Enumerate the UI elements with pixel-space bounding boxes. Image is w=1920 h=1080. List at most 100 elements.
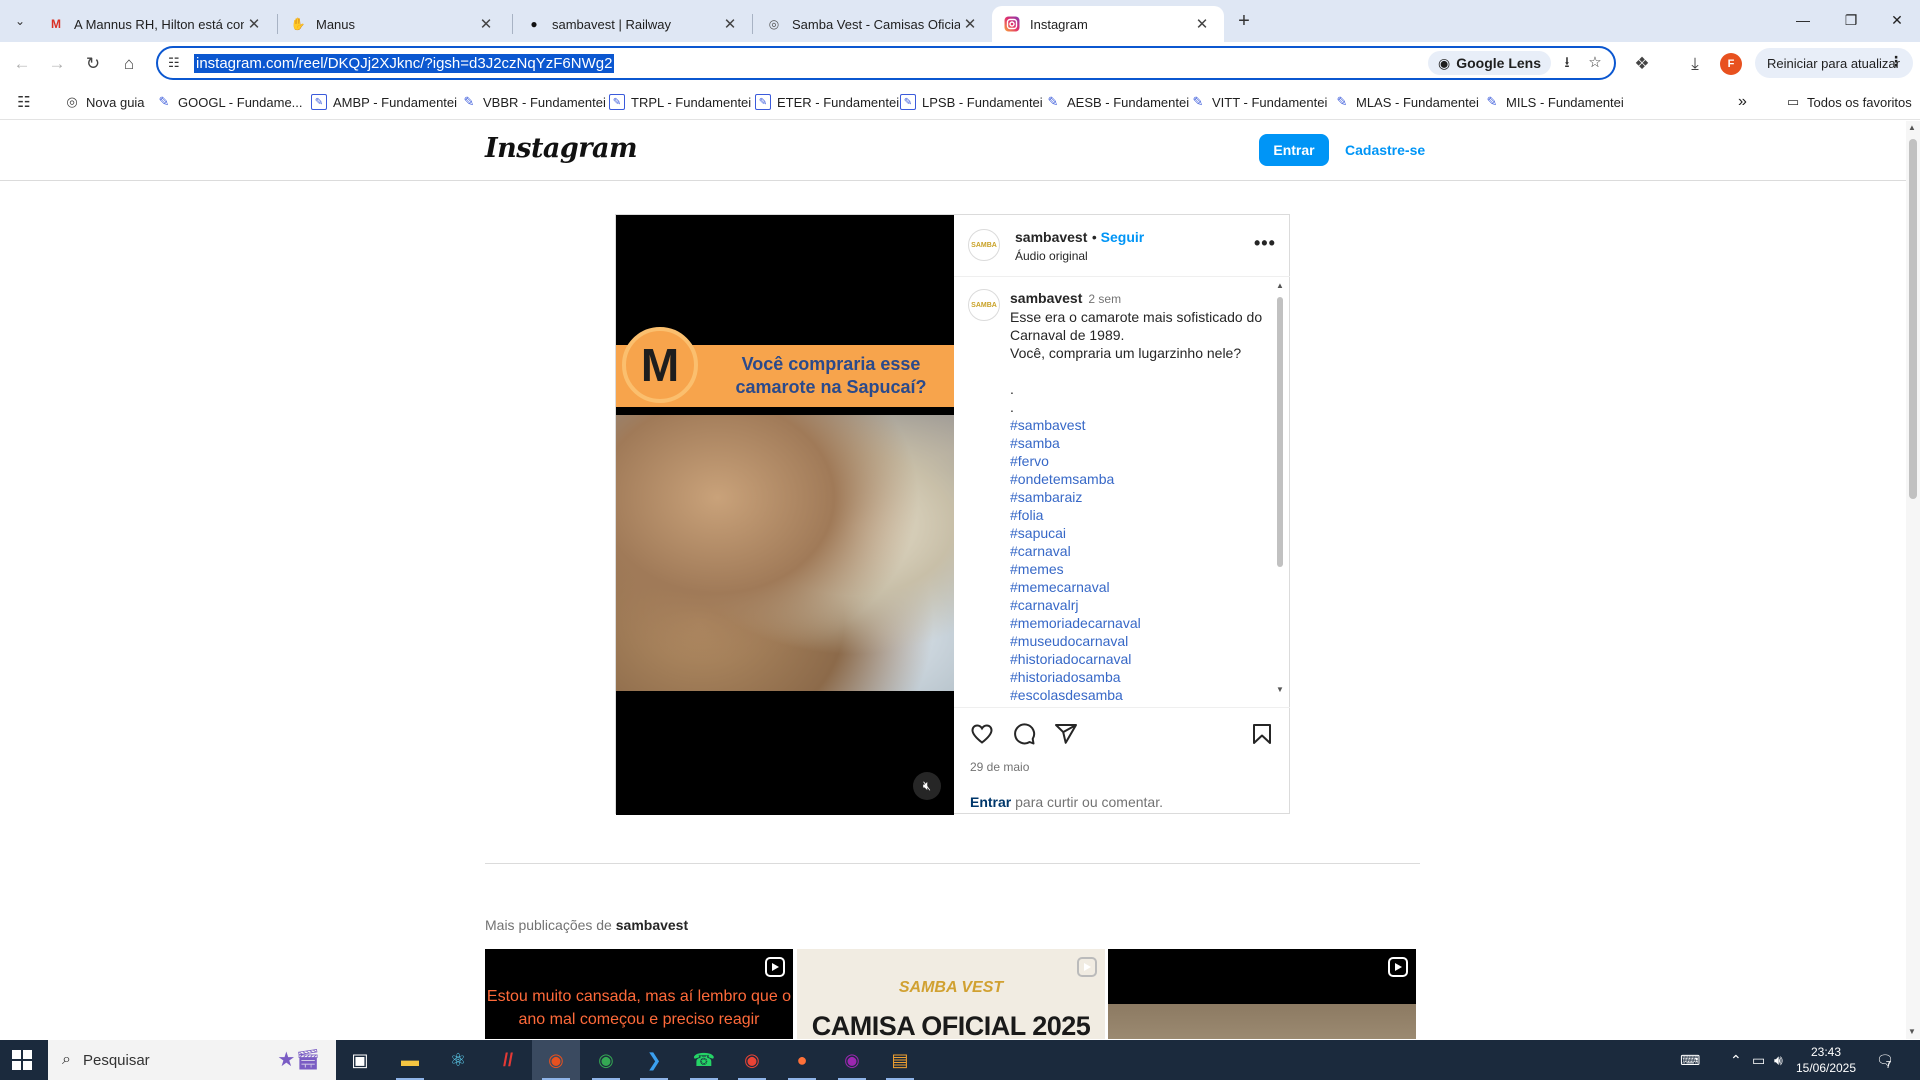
follow-button[interactable]: Seguir xyxy=(1101,229,1145,245)
more-bookmarks-chevron-icon[interactable]: » xyxy=(1738,92,1747,112)
network-icon[interactable]: ▭ xyxy=(1752,1040,1765,1080)
all-bookmarks-folder[interactable]: ▭ Todos os favoritos xyxy=(1785,92,1912,112)
url-text[interactable]: instagram.com/reel/DKQJj2XJknc/?igsh=d3J… xyxy=(194,54,615,73)
scrollbar-thumb[interactable] xyxy=(1909,139,1917,499)
hashtag-link[interactable]: #fervo xyxy=(1010,452,1272,470)
file-explorer-icon[interactable]: ▬ xyxy=(386,1040,434,1080)
scroll-up-icon[interactable]: ▲ xyxy=(1908,123,1916,132)
bookmark-star-icon[interactable]: ☆ xyxy=(1584,52,1606,74)
post-thumbnail[interactable] xyxy=(1108,949,1416,1039)
hashtag-link[interactable]: #memoriadecarnaval xyxy=(1010,614,1272,632)
profile-avatar[interactable]: F xyxy=(1720,53,1742,75)
chrome-profile-m-icon[interactable]: ◉ xyxy=(828,1040,876,1080)
react-app-icon[interactable]: ⚛ xyxy=(434,1040,482,1080)
hashtag-link[interactable]: #carnaval xyxy=(1010,542,1272,560)
hashtag-link[interactable]: #samba xyxy=(1010,434,1272,452)
caption-username[interactable]: sambavest xyxy=(1010,290,1082,306)
close-tab-icon[interactable]: ✕ xyxy=(244,15,264,33)
close-tab-icon[interactable]: ✕ xyxy=(960,15,980,33)
install-app-icon[interactable]: ⭳ xyxy=(1556,52,1578,74)
bookmark-vitt[interactable]: ✎ VITT - Fundamentei xyxy=(1190,92,1328,112)
minimize-icon[interactable]: — xyxy=(1780,8,1826,32)
share-icon[interactable] xyxy=(1052,720,1080,748)
bookmark-lpsb[interactable]: ✎ LPSB - Fundamentei xyxy=(900,92,1043,112)
hashtag-link[interactable]: #ondetemsamba xyxy=(1010,470,1272,488)
hashtag-link[interactable]: #museudocarnaval xyxy=(1010,632,1272,650)
save-bookmark-icon[interactable] xyxy=(1248,720,1276,748)
audio-label[interactable]: Áudio original xyxy=(1015,249,1088,263)
download-icon[interactable]: ⤓ xyxy=(1681,50,1709,78)
windows-start-icon[interactable] xyxy=(12,1050,32,1070)
bookmark-nova-guia[interactable]: ◎ Nova guia xyxy=(64,92,144,112)
bookmark-mlas[interactable]: ✎ MLAS - Fundamentei xyxy=(1334,92,1479,112)
login-button[interactable]: Entrar xyxy=(1259,134,1329,166)
login-prompt-link[interactable]: Entrar xyxy=(970,794,1011,810)
notification-icon[interactable]: 🗨︎ 7 xyxy=(1876,1040,1894,1080)
hashtag-link[interactable]: #sambavest xyxy=(1010,416,1272,434)
chrome-profile-icon[interactable]: ◉ xyxy=(728,1040,776,1080)
close-tab-icon[interactable]: ✕ xyxy=(476,15,496,33)
avatar[interactable]: SAMBA xyxy=(968,229,1000,261)
bookmark-eter[interactable]: ✎ ETER - Fundamentei xyxy=(755,92,899,112)
stack-app-icon[interactable]: // xyxy=(484,1040,532,1080)
close-tab-icon[interactable]: ✕ xyxy=(720,15,740,33)
scroll-down-icon[interactable]: ▼ xyxy=(1908,1027,1916,1036)
close-window-icon[interactable]: ✕ xyxy=(1874,8,1920,32)
bookmark-trpl[interactable]: ✎ TRPL - Fundamentei xyxy=(609,92,751,112)
new-tab-button[interactable]: + xyxy=(1232,9,1256,33)
chrome-profile-f-icon[interactable]: ◉ xyxy=(532,1040,580,1080)
volume-icon[interactable]: 🔊︎ xyxy=(1774,1040,1783,1080)
bookmark-vbbr[interactable]: ✎ VBBR - Fundamentei xyxy=(461,92,606,112)
hashtag-link[interactable]: #escolasdesamba xyxy=(1010,686,1272,704)
update-button[interactable]: Reiniciar para atualizar ⋮ xyxy=(1755,48,1913,78)
signup-link[interactable]: Cadastre-se xyxy=(1345,142,1425,158)
mute-icon[interactable]: 🔇︎ xyxy=(913,772,941,800)
avatar[interactable]: SAMBA xyxy=(968,289,1000,321)
reel-video[interactable]: Você compraria esse camarote na Sapucaí?… xyxy=(616,215,954,815)
whatsapp-icon[interactable]: ☎ xyxy=(680,1040,728,1080)
taskbar-search[interactable]: ⌕ Pesquisar ★🎬︎ xyxy=(48,1040,336,1080)
hashtag-link[interactable]: #sapucai xyxy=(1010,524,1272,542)
vscode-icon[interactable]: ❯ xyxy=(630,1040,678,1080)
hashtag-link[interactable]: #historiadocarnaval xyxy=(1010,650,1272,668)
more-options-icon[interactable]: ••• xyxy=(1254,233,1276,254)
hashtag-link[interactable]: #folia xyxy=(1010,506,1272,524)
more-posts-user-link[interactable]: sambavest xyxy=(616,917,688,933)
scroll-down-icon[interactable]: ▼ xyxy=(1276,685,1284,694)
caption-scrollbar[interactable]: ▲ ▼ xyxy=(1276,281,1284,694)
hashtag-link[interactable]: #historiadosamba xyxy=(1010,668,1272,686)
like-heart-icon[interactable] xyxy=(968,720,996,748)
hashtag-link[interactable]: #memes xyxy=(1010,560,1272,578)
chrome-icon[interactable]: ◉ xyxy=(582,1040,630,1080)
home-icon[interactable]: ⌂ xyxy=(115,50,143,78)
show-hidden-icons-chevron[interactable]: ⌃ xyxy=(1730,1040,1742,1080)
extensions-icon[interactable]: ❖ xyxy=(1628,50,1656,78)
task-view-icon[interactable]: ▣ xyxy=(336,1040,384,1080)
comment-icon[interactable] xyxy=(1010,720,1038,748)
scrollbar-thumb[interactable] xyxy=(1277,297,1283,567)
address-bar[interactable]: ☷ instagram.com/reel/DKQJj2XJknc/?igsh=d… xyxy=(156,46,1616,80)
tab-instagram[interactable]: Instagram ✕ xyxy=(992,6,1224,42)
back-icon[interactable]: ← xyxy=(8,50,36,78)
site-info-icon[interactable]: ☷ xyxy=(168,55,180,71)
bookmark-ambp[interactable]: ✎ AMBP - Fundamentei xyxy=(311,92,457,112)
bookmark-aesb[interactable]: ✎ AESB - Fundamentei xyxy=(1045,92,1190,112)
bookmark-googl[interactable]: ✎ GOOGL - Fundame... xyxy=(156,92,303,112)
clock[interactable]: 23:43 15/06/2025 xyxy=(1792,1044,1860,1076)
post-thumbnail[interactable]: Estou muito cansada, mas aí lembro que o… xyxy=(485,949,793,1039)
close-tab-icon[interactable]: ✕ xyxy=(1192,15,1212,33)
restore-icon[interactable]: ❐ xyxy=(1828,8,1874,32)
tab-samba-vest[interactable]: ◎ Samba Vest - Camisas Oficiais e ✕ xyxy=(754,6,992,42)
instagram-logo[interactable]: Instagram xyxy=(485,133,638,164)
tab-search-chevron-icon[interactable]: ⌄ xyxy=(8,9,32,33)
hashtag-link[interactable]: #sambaraiz xyxy=(1010,488,1272,506)
scroll-up-icon[interactable]: ▲ xyxy=(1276,281,1284,290)
google-lens-button[interactable]: ◉ Google Lens xyxy=(1428,51,1552,75)
bookmark-mils[interactable]: ✎ MILS - Fundamentei xyxy=(1484,92,1624,112)
apps-grid-icon[interactable]: ☷ xyxy=(16,92,38,112)
menu-dots-icon[interactable]: ⋮ xyxy=(1889,53,1903,70)
reload-icon[interactable]: ↻ xyxy=(79,50,107,78)
tab-railway[interactable]: ● sambavest | Railway ✕ xyxy=(514,6,752,42)
tab-manus[interactable]: ✋ Manus ✕ xyxy=(278,6,508,42)
hashtag-link[interactable]: #memecarnaval xyxy=(1010,578,1272,596)
